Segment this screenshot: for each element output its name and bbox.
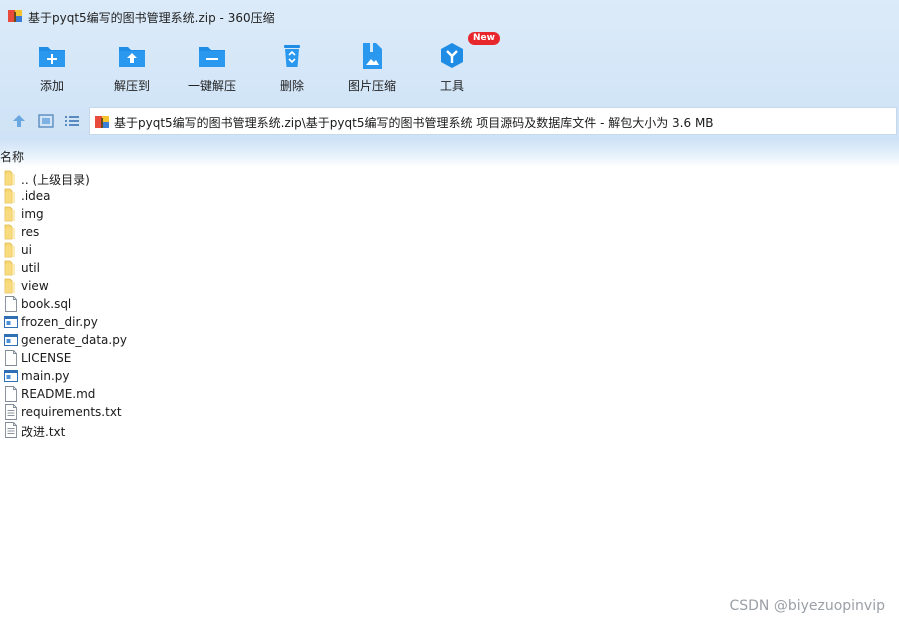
file-name: img — [21, 207, 44, 221]
folder-icon — [4, 260, 15, 276]
main-toolbar: 添加 解压到 一键解压 删除 图片压缩 New 工具 — [0, 32, 899, 98]
delete-button[interactable]: 删除 — [252, 36, 332, 98]
address-path: 基于pyqt5编写的图书管理系统.zip\基于pyqt5编写的图书管理系统 项目… — [114, 116, 714, 130]
address-bar[interactable]: 基于pyqt5编写的图书管理系统.zip\基于pyqt5编写的图书管理系统 项目… — [89, 107, 897, 135]
file-row[interactable]: generate_data.py — [0, 331, 899, 349]
file-list: .. (上级目录) .idea img res ui util view book.sql fr… — [0, 169, 899, 439]
file-name: res — [21, 225, 40, 239]
file-icon — [5, 350, 17, 366]
file-row[interactable]: book.sql — [0, 295, 899, 313]
file-icon — [5, 386, 17, 402]
file-name: ui — [21, 243, 32, 257]
python-file-icon — [4, 370, 18, 382]
file-row[interactable]: README.md — [0, 385, 899, 403]
title-bar: 基于pyqt5编写的图书管理系统.zip - 360压缩 — [0, 0, 899, 32]
folder-row[interactable]: res — [0, 223, 899, 241]
add-folder-icon — [39, 47, 65, 67]
tools-button[interactable]: New 工具 — [412, 32, 500, 98]
image-compress-icon — [363, 43, 382, 69]
text-file-icon — [5, 422, 17, 438]
one-click-extract-button[interactable]: 一键解压 — [172, 36, 252, 98]
list-view-icon[interactable] — [63, 112, 81, 130]
file-name: .idea — [21, 189, 51, 203]
folder-row[interactable]: view — [0, 277, 899, 295]
archive-icon — [95, 116, 109, 128]
delete-label: 删除 — [279, 79, 304, 93]
folder-row[interactable]: ui — [0, 241, 899, 259]
text-file-icon — [5, 404, 17, 420]
file-name: main.py — [21, 369, 70, 383]
file-row[interactable]: LICENSE — [0, 349, 899, 367]
file-row[interactable]: requirements.txt — [0, 403, 899, 421]
app-archive-icon — [8, 10, 22, 22]
file-name: requirements.txt — [21, 405, 122, 419]
image-compress-button[interactable]: 图片压缩 — [332, 36, 412, 98]
folder-row[interactable]: .idea — [0, 187, 899, 205]
recycle-delete-icon — [284, 45, 300, 67]
extract-to-label: 解压到 — [113, 79, 150, 93]
watermark: CSDN @biyezuopinvip — [729, 598, 885, 614]
file-name: generate_data.py — [21, 333, 127, 347]
file-row[interactable]: frozen_dir.py — [0, 313, 899, 331]
file-name: README.md — [21, 387, 96, 401]
folder-icon — [4, 224, 15, 240]
file-name: util — [21, 261, 40, 275]
python-file-icon — [4, 334, 18, 346]
folder-row[interactable]: util — [0, 259, 899, 277]
file-name: .. (上级目录) — [21, 173, 90, 187]
tools-icon — [441, 43, 463, 68]
new-badge: New — [468, 32, 500, 45]
image-compress-label: 图片压缩 — [347, 79, 396, 93]
folder-icon — [4, 206, 15, 222]
extract-to-button[interactable]: 解压到 — [92, 36, 172, 98]
one-click-extract-label: 一键解压 — [187, 79, 236, 93]
folder-icon — [4, 278, 15, 294]
folder-icon — [4, 170, 15, 186]
window-title: 基于pyqt5编写的图书管理系统.zip - 360压缩 — [28, 11, 275, 25]
address-row: 基于pyqt5编写的图书管理系统.zip\基于pyqt5编写的图书管理系统 项目… — [0, 106, 899, 136]
folder-row[interactable]: img — [0, 205, 899, 223]
python-file-icon — [4, 316, 18, 328]
folder-icon — [4, 188, 15, 204]
file-name: LICENSE — [21, 351, 72, 365]
file-name: 改进.txt — [21, 425, 66, 439]
add-label: 添加 — [39, 79, 64, 93]
up-arrow-icon[interactable] — [10, 112, 28, 130]
file-name: book.sql — [21, 297, 72, 311]
file-row[interactable]: 改进.txt — [0, 421, 899, 439]
extract-to-icon — [119, 47, 145, 67]
folder-icon — [4, 242, 15, 258]
file-name: view — [21, 279, 49, 293]
add-button[interactable]: 添加 — [12, 36, 92, 98]
thumbnail-view-icon[interactable] — [37, 112, 55, 130]
one-click-extract-icon — [199, 47, 225, 67]
column-header-name[interactable]: 名称 — [0, 148, 24, 164]
tools-label: 工具 — [439, 79, 464, 93]
folder-row[interactable]: .. (上级目录) — [0, 169, 899, 187]
file-name: frozen_dir.py — [21, 315, 98, 329]
file-icon — [5, 296, 17, 312]
file-row[interactable]: main.py — [0, 367, 899, 385]
